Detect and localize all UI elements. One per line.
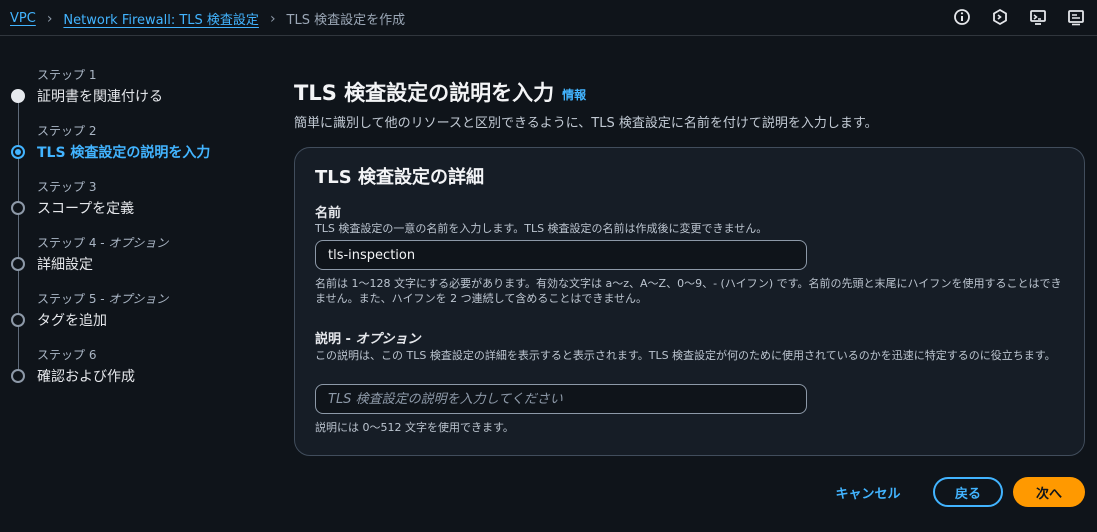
breadcrumb-tls-config-link[interactable]: Network Firewall: TLS 検査設定: [63, 9, 259, 28]
cloudshell-icon[interactable]: [991, 8, 1009, 26]
step-pending-icon: [11, 257, 25, 271]
steps-connector-line: [18, 94, 19, 376]
step-label: 確認および作成: [37, 369, 135, 385]
name-field-description: TLS 検査設定の一意の名前を入力します。TLS 検査設定の名前は作成後に変更で…: [315, 222, 768, 235]
description-field-label: 説明 - オプション: [315, 332, 421, 347]
settings-icon[interactable]: [1067, 8, 1085, 26]
step-number: ステップ 6: [37, 348, 97, 362]
step-pending-icon: [11, 201, 25, 215]
step-label: スコープを定義: [37, 201, 135, 217]
next-button[interactable]: 次へ: [1013, 477, 1085, 507]
step-pending-icon: [11, 369, 25, 383]
step-number: ステップ 4 - オプション: [37, 236, 169, 250]
info-icon[interactable]: [953, 8, 971, 26]
breadcrumb-vpc-link[interactable]: VPC: [10, 11, 36, 26]
details-panel: TLS 検査設定の詳細 名前 TLS 検査設定の一意の名前を入力します。TLS …: [294, 147, 1085, 456]
name-input[interactable]: [315, 240, 807, 270]
step-number: ステップ 5 - オプション: [37, 292, 169, 306]
breadcrumb-current: TLS 検査設定を作成: [286, 13, 406, 28]
info-link[interactable]: 情報: [562, 88, 586, 102]
page-description: 簡単に識別して他のリソースと区別できるように、TLS 検査設定に名前を付けて説明…: [294, 116, 878, 131]
description-field-description: この説明は、この TLS 検査設定の詳細を表示すると表示されます。TLS 検査設…: [315, 349, 1056, 362]
description-field-constraint: 説明には 0〜512 文字を使用できます。: [315, 421, 514, 434]
step-label: TLS 検査設定の説明を入力: [37, 145, 211, 161]
step-number: ステップ 1: [37, 68, 97, 82]
name-field-label: 名前: [315, 206, 342, 221]
top-bar: VPC › Network Firewall: TLS 検査設定 › TLS 検…: [0, 0, 1097, 36]
step-label[interactable]: 証明書を関連付ける: [37, 86, 163, 106]
cancel-button[interactable]: キャンセル: [826, 477, 910, 507]
chevron-right-icon: ›: [269, 10, 276, 27]
description-input[interactable]: [315, 384, 807, 414]
step-complete-icon: [11, 89, 25, 103]
notifications-icon[interactable]: [1029, 8, 1047, 26]
back-button[interactable]: 戻る: [933, 477, 1003, 507]
page-title-text: TLS 検査設定の説明を入力: [294, 81, 555, 105]
step-pending-icon: [11, 313, 25, 327]
breadcrumb: VPC › Network Firewall: TLS 検査設定 › TLS 検…: [10, 9, 406, 29]
step-label: タグを追加: [37, 313, 107, 329]
step-label: 詳細設定: [37, 257, 93, 273]
panel-title: TLS 検査設定の詳細: [315, 167, 484, 188]
chevron-right-icon: ›: [46, 10, 53, 27]
step-current-icon: [11, 145, 25, 159]
step-number: ステップ 2: [37, 124, 97, 138]
name-field-constraint: 名前は 1〜128 文字にする必要があります。有効な文字は a〜z、A〜Z、0〜…: [315, 277, 1062, 305]
step-number: ステップ 3: [37, 180, 97, 194]
top-icon-group: [953, 8, 1085, 26]
page-title: TLS 検査設定の説明を入力 情報: [294, 77, 586, 107]
